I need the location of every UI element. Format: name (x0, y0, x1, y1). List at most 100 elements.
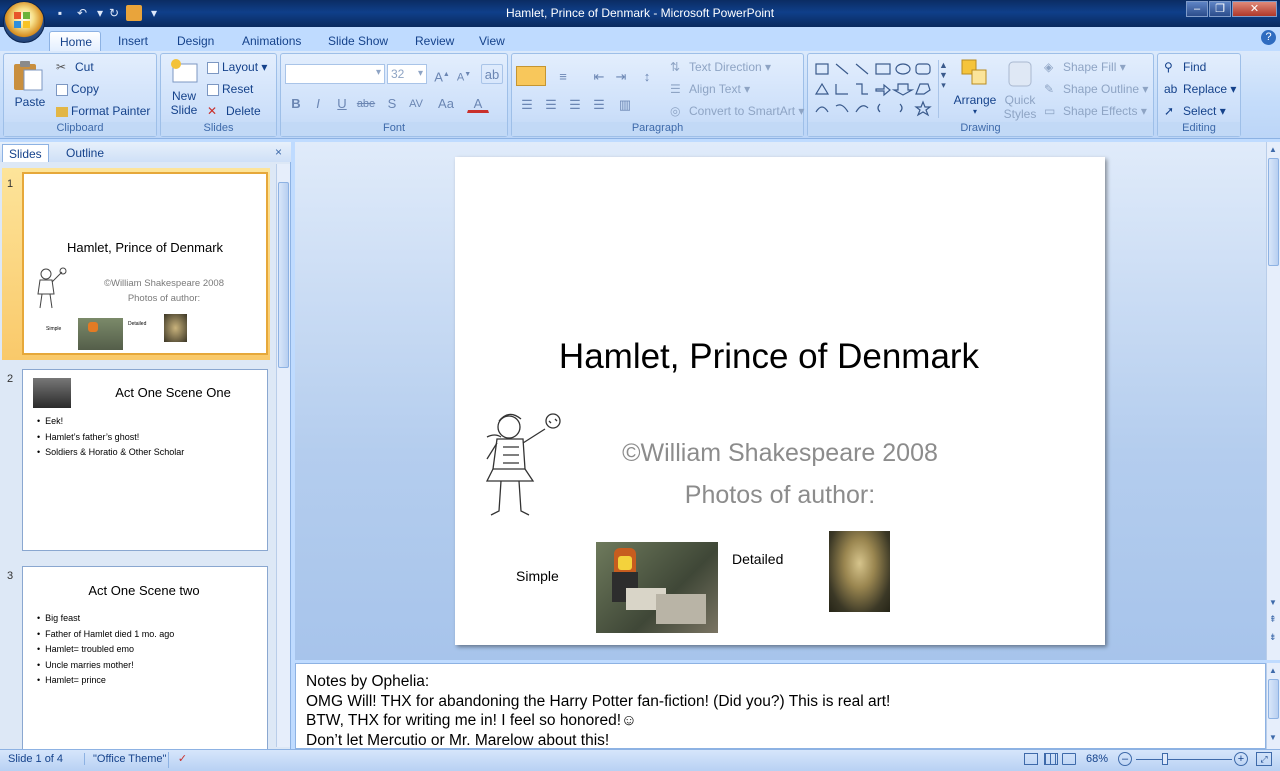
zoom-in-icon[interactable]: + (1234, 752, 1248, 766)
scroll-down-icon[interactable]: ▼ (1269, 598, 1277, 607)
delete-button[interactable]: ✕ Delete (207, 104, 261, 120)
vertical-scroll-thumb[interactable] (1268, 158, 1279, 266)
tab-design[interactable]: Design (167, 31, 224, 51)
prev-slide-icon[interactable]: ⇞ (1269, 614, 1277, 625)
zoom-out-icon[interactable]: – (1118, 752, 1132, 766)
slide-thumbnail-3[interactable]: Act One Scene two • Big feast • Father o… (22, 566, 268, 749)
grow-font-icon[interactable]: A▲ (431, 64, 453, 84)
tab-slide-show[interactable]: Slide Show (318, 31, 398, 51)
reset-button[interactable]: Reset (207, 82, 253, 96)
tab-review[interactable]: Review (405, 31, 464, 51)
normal-view-icon[interactable] (1024, 753, 1038, 765)
copy-button[interactable]: Copy (56, 82, 99, 96)
tab-view[interactable]: View (469, 31, 515, 51)
lego-shakespeare-photo[interactable] (596, 542, 718, 633)
slideshow-icon[interactable] (126, 5, 142, 21)
change-case-icon[interactable]: Aa (435, 93, 457, 113)
spell-check-icon[interactable]: ✓ (168, 752, 196, 768)
shapes-gallery[interactable] (814, 60, 938, 118)
font-size-combo[interactable]: 32 ▾ (387, 64, 427, 84)
slide-thumbnail-1[interactable]: Hamlet, Prince of Denmark ©William Shake… (22, 172, 268, 355)
notes-scrollbar[interactable]: ▲ ▼ (1266, 663, 1280, 749)
align-text-button[interactable]: ☰ Align Text ▾ (670, 82, 750, 98)
notes-scroll-thumb[interactable] (1268, 679, 1279, 719)
select-button[interactable]: ➚ Select ▾ (1164, 104, 1226, 120)
slideshow-view-icon[interactable] (1062, 753, 1076, 765)
font-color-icon[interactable]: A (467, 93, 489, 113)
line-spacing-icon[interactable]: ↕ (636, 66, 658, 86)
shakespeare-sketch[interactable] (475, 407, 570, 517)
align-right-icon[interactable]: ☰ (564, 94, 586, 114)
tab-slides-panel[interactable]: Slides (2, 144, 49, 162)
shakespeare-bust-photo[interactable] (829, 531, 890, 612)
font-name-combo[interactable]: ▾ (285, 64, 385, 84)
align-left-icon[interactable]: ☰ (516, 94, 538, 114)
shrink-font-icon[interactable]: A▼ (453, 64, 475, 84)
paste-button[interactable]: Paste (10, 58, 50, 118)
tab-animations[interactable]: Animations (232, 31, 311, 51)
arrange-button[interactable]: Arrange ▾ (952, 58, 998, 118)
slide-thumbnail-2[interactable]: Act One Scene One • Eek! • Hamlet’s fath… (22, 369, 268, 551)
shadow-icon[interactable]: S (381, 93, 403, 113)
decrease-indent-icon[interactable]: ⇤ (588, 66, 610, 86)
save-icon[interactable]: ▪ (52, 5, 68, 21)
current-slide[interactable]: Hamlet, Prince of Denmark ©William Shake… (455, 157, 1105, 645)
increase-indent-icon[interactable]: ⇥ (610, 66, 632, 86)
detailed-label[interactable]: Detailed (732, 551, 783, 567)
close-panel-icon[interactable]: × (275, 145, 282, 159)
shape-effects-button[interactable]: ▭ Shape Effects ▾ (1044, 104, 1147, 120)
tab-outline-panel[interactable]: Outline (60, 144, 110, 162)
redo-icon[interactable]: ↻ (106, 5, 122, 21)
slides-panel: Slides Outline × 1 Hamlet, Prince of Den… (0, 142, 291, 749)
undo-icon[interactable]: ↶ (74, 5, 90, 21)
scroll-up-icon[interactable]: ▲ (1269, 145, 1277, 154)
convert-smartart-button[interactable]: ◎ Convert to SmartArt ▾ (670, 104, 804, 120)
panel-scroll-thumb[interactable] (278, 182, 289, 368)
layout-button[interactable]: Layout ▾ (207, 60, 267, 74)
numbering-icon[interactable]: ≡ (552, 66, 574, 86)
slide-title[interactable]: Hamlet, Prince of Denmark (455, 337, 1083, 377)
tab-insert[interactable]: Insert (108, 31, 158, 51)
cut-button[interactable]: ✂ Cut (56, 60, 94, 76)
qat-customize-icon[interactable]: ▾ (146, 5, 162, 21)
text-direction-button[interactable]: ⇅ Text Direction ▾ (670, 60, 771, 76)
panel-scrollbar[interactable] (276, 164, 290, 747)
minimize-button[interactable]: – (1186, 1, 1208, 17)
fit-slide-icon[interactable]: ⤢ (1256, 752, 1272, 766)
format-painter-button[interactable]: Format Painter (56, 104, 150, 118)
simple-label[interactable]: Simple (516, 568, 559, 584)
restore-button[interactable]: ❐ (1209, 1, 1231, 17)
char-spacing-icon[interactable]: AV (405, 93, 427, 113)
notes-scroll-down-icon[interactable]: ▼ (1269, 733, 1277, 742)
theme-name[interactable]: "Office Theme" (84, 753, 166, 765)
zoom-level[interactable]: 68% (1086, 753, 1108, 765)
slide-sorter-icon[interactable] (1044, 753, 1058, 765)
find-button[interactable]: ⚲ Find (1164, 60, 1206, 76)
bullets-icon[interactable] (516, 66, 546, 86)
notes-pane[interactable]: Notes by Ophelia: OMG Will! THX for aban… (295, 663, 1266, 749)
align-center-icon[interactable]: ☰ (540, 94, 562, 114)
underline-icon[interactable]: U (331, 93, 353, 113)
clear-formatting-icon[interactable]: ab (481, 64, 503, 84)
help-icon[interactable]: ? (1261, 30, 1276, 45)
shapes-scroll[interactable]: ▲ ▼ ▾ (938, 60, 948, 118)
notes-scroll-up-icon[interactable]: ▲ (1269, 666, 1277, 675)
zoom-slider-thumb[interactable] (1162, 753, 1168, 765)
shape-outline-button[interactable]: ✎ Shape Outline ▾ (1044, 82, 1148, 98)
zoom-slider[interactable] (1136, 759, 1232, 760)
tab-home[interactable]: Home (49, 31, 101, 51)
justify-icon[interactable]: ☰ (588, 94, 610, 114)
vertical-scrollbar[interactable]: ▲ ▼ ⇞ ⇟ (1266, 142, 1280, 660)
columns-icon[interactable]: ▥ (614, 94, 636, 114)
close-button[interactable]: ✕ (1232, 1, 1277, 17)
strikethrough-icon[interactable]: abe (355, 93, 377, 113)
bold-icon[interactable]: B (285, 93, 307, 113)
slide-photos-label[interactable]: Photos of author: (605, 481, 955, 510)
shape-fill-button[interactable]: ◈ Shape Fill ▾ (1044, 60, 1126, 76)
quick-styles-button[interactable]: Quick Styles (1002, 58, 1038, 121)
next-slide-icon[interactable]: ⇟ (1269, 632, 1277, 643)
italic-icon[interactable]: I (307, 93, 329, 113)
new-slide-button[interactable]: New Slide (165, 58, 203, 118)
replace-button[interactable]: ab Replace ▾ (1164, 82, 1236, 98)
slide-copyright[interactable]: ©William Shakespeare 2008 (605, 439, 955, 468)
